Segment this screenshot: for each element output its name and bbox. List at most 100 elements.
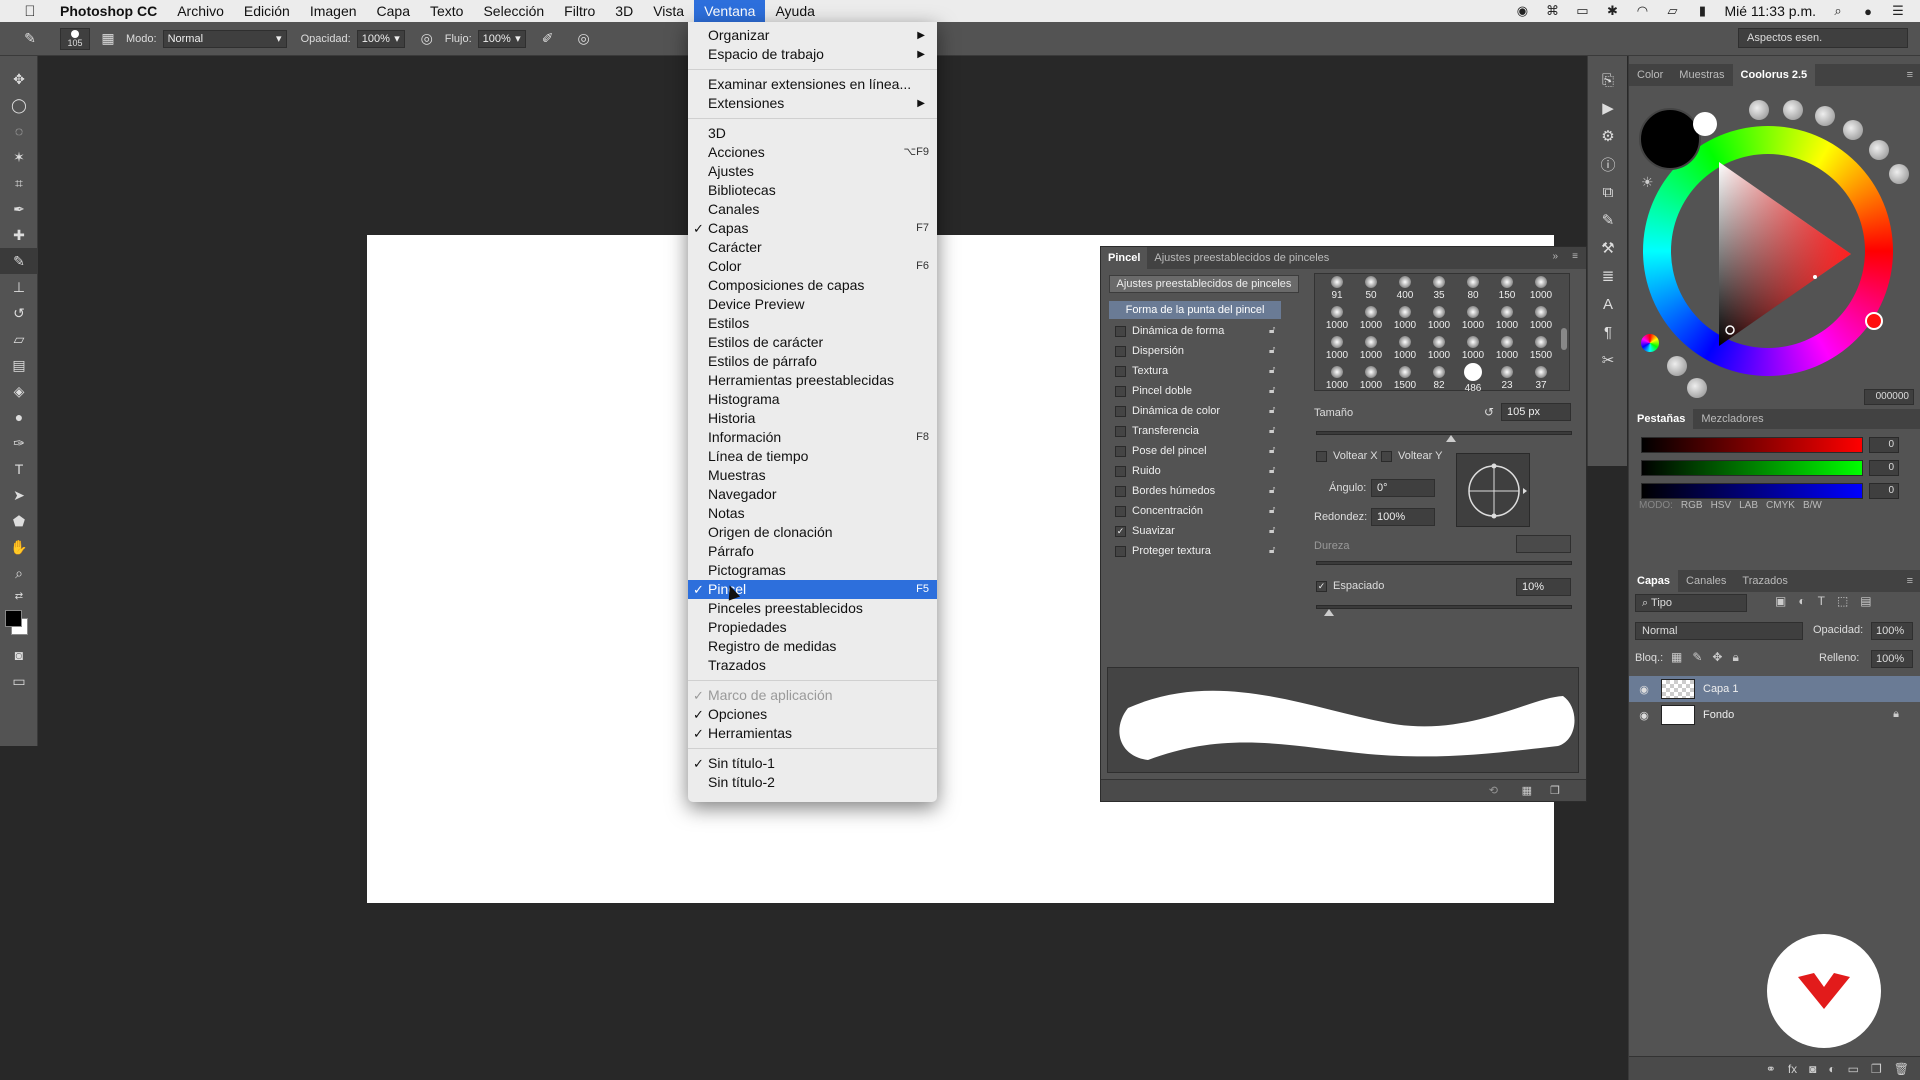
tab-capas[interactable]: Capas xyxy=(1629,570,1679,592)
menu-ayuda[interactable]: Ayuda xyxy=(765,0,824,22)
foreground-color-circle[interactable] xyxy=(1639,108,1701,170)
option-transfer[interactable]: Transferencia 🔓︎ xyxy=(1109,421,1281,441)
menu-item-historia[interactable]: Historia xyxy=(688,409,937,428)
temperature-knob-icon[interactable] xyxy=(1843,120,1863,140)
lock-icon[interactable]: 🔓︎ xyxy=(1269,545,1279,556)
panel-menu-icon[interactable]: ≡ xyxy=(1907,570,1913,592)
brush-tip-swatch[interactable]: 1000 xyxy=(1491,332,1523,364)
layer-row-fondo[interactable]: ◉ Fondo 🔒︎ xyxy=(1629,702,1920,728)
tab-coolorus[interactable]: Coolorus 2.5 xyxy=(1732,64,1816,86)
brush-tool-icon[interactable]: ✎ xyxy=(0,248,38,274)
option-shape-dynamics[interactable]: Dinámica de forma 🔓︎ xyxy=(1109,321,1281,341)
gradient-tool-icon[interactable]: ▤ xyxy=(0,352,38,378)
clock[interactable]: Mié 11:33 p.m. xyxy=(1724,3,1816,19)
menu-filtro[interactable]: Filtro xyxy=(554,0,605,22)
menu-item-carácter[interactable]: Carácter xyxy=(688,238,937,257)
mini-color-wheel-icon[interactable] xyxy=(1641,334,1659,352)
lock-icon[interactable]: 🔓︎ xyxy=(1269,485,1279,496)
menu-seleccion[interactable]: Selección xyxy=(473,0,554,22)
lock-icon[interactable]: 🔓︎ xyxy=(1269,325,1279,336)
checkbox[interactable] xyxy=(1115,385,1126,397)
option-wet-edges[interactable]: Bordes húmedos 🔓︎ xyxy=(1109,481,1281,501)
quick-mask-icon[interactable]: ◙ xyxy=(0,642,38,668)
add-mask-icon[interactable]: ◙ xyxy=(1809,1062,1816,1076)
red-channel-bar[interactable] xyxy=(1641,437,1863,453)
menu-archivo[interactable]: Archivo xyxy=(167,0,234,22)
grid-icon[interactable]: ▦ xyxy=(1522,784,1532,797)
swap-colors-icon[interactable]: ⇄ xyxy=(0,586,38,606)
actions-panel-icon[interactable]: ▶ xyxy=(1588,94,1628,122)
menu-item-trazados[interactable]: Trazados xyxy=(688,656,937,675)
menu-item-estilos[interactable]: Estilos xyxy=(688,314,937,333)
lock-icon[interactable]: 🔓︎ xyxy=(1269,525,1279,536)
siri-icon[interactable]: ● xyxy=(1860,4,1876,19)
clone-stamp-icon[interactable]: ⊥ xyxy=(0,274,38,300)
paragraph-panel-icon[interactable]: ¶ xyxy=(1588,318,1628,346)
mode-lab[interactable]: LAB xyxy=(1739,500,1758,511)
background-color-circle[interactable] xyxy=(1693,112,1717,136)
checkbox-checked[interactable]: ✓ xyxy=(1115,525,1126,537)
checkbox[interactable] xyxy=(1115,405,1126,417)
link-layers-icon[interactable]: ⚭ xyxy=(1766,1062,1776,1076)
checkbox[interactable] xyxy=(1115,445,1126,457)
tab-pincel[interactable]: Pincel xyxy=(1101,247,1148,269)
checkbox[interactable] xyxy=(1115,345,1126,357)
apple-icon[interactable]:  xyxy=(20,3,40,20)
menu-item-sin-título-2[interactable]: Sin título-2 xyxy=(688,773,937,792)
sun-icon[interactable]: ☀ xyxy=(1641,174,1654,191)
menu-item-composiciones-de-capas[interactable]: Composiciones de capas xyxy=(688,276,937,295)
tab-color[interactable]: Color xyxy=(1629,64,1671,86)
tool-presets-icon[interactable]: ⚒ xyxy=(1588,234,1628,262)
flow-field[interactable]: 100% ▾ xyxy=(477,29,526,48)
menu-item-canales[interactable]: Canales xyxy=(688,200,937,219)
new-group-icon[interactable]: ▭ xyxy=(1848,1062,1859,1076)
checkbox[interactable] xyxy=(1115,505,1126,517)
battery-icon[interactable]: ▮ xyxy=(1694,3,1710,18)
lock-icon[interactable]: 🔓︎ xyxy=(1269,465,1279,476)
delete-layer-icon[interactable]: 🗑︎ xyxy=(1894,1062,1909,1076)
display-icon[interactable]: ▭ xyxy=(1574,3,1590,18)
blue-channel-bar[interactable] xyxy=(1641,483,1863,499)
mode-hsv[interactable]: HSV xyxy=(1711,500,1732,511)
tab-trazados[interactable]: Trazados xyxy=(1734,570,1795,592)
menu-texto[interactable]: Texto xyxy=(420,0,473,22)
mode-cmyk[interactable]: CMYK xyxy=(1766,500,1795,511)
lasso-tool-icon[interactable]: ◌ xyxy=(0,118,38,144)
size-slider[interactable] xyxy=(1316,431,1572,435)
brush-tip-swatch[interactable]: 1000 xyxy=(1321,302,1353,334)
character-panel-icon[interactable]: A xyxy=(1588,290,1628,318)
brush-tip-swatch[interactable]: 486 xyxy=(1457,362,1489,394)
flip-x-checkbox[interactable] xyxy=(1316,451,1327,462)
brush-preset-picker[interactable]: 105 xyxy=(60,27,90,50)
spacing-slider[interactable] xyxy=(1316,605,1572,609)
spacing-slider-thumb[interactable] xyxy=(1324,609,1334,616)
new-layer-icon[interactable]: ❐ xyxy=(1871,1062,1882,1076)
menu-item-pinceles-preestablecidos[interactable]: Pinceles preestablecidos xyxy=(688,599,937,618)
checkbox[interactable] xyxy=(1115,365,1126,377)
option-texture[interactable]: Textura 🔓︎ xyxy=(1109,361,1281,381)
brush-panel-icon[interactable]: ✎ xyxy=(1588,206,1628,234)
option-brush-pose[interactable]: Pose del pincel 🔓︎ xyxy=(1109,441,1281,461)
lock-icon[interactable]: 🔓︎ xyxy=(1269,505,1279,516)
bluetooth-icon[interactable]: ✱ xyxy=(1604,3,1620,18)
menu-vista[interactable]: Vista xyxy=(643,0,694,22)
airplay-icon[interactable]: ▱ xyxy=(1664,3,1680,18)
menu-item-examinar-extensiones-en-línea[interactable]: Examinar extensiones en línea... xyxy=(688,75,937,94)
spotlight-search-icon[interactable]: ⌕ xyxy=(1830,3,1846,18)
menu-item-color[interactable]: Color F6 xyxy=(688,257,937,276)
reset-size-icon[interactable]: ↺ xyxy=(1484,405,1494,419)
tab-muestras[interactable]: Muestras xyxy=(1671,64,1732,86)
option-color-dynamics[interactable]: Dinámica de color 🔓︎ xyxy=(1109,401,1281,421)
menu-3d[interactable]: 3D xyxy=(605,0,643,22)
elliptical-marquee-icon[interactable]: ◯ xyxy=(0,92,38,118)
layer-name[interactable]: Fondo xyxy=(1703,709,1734,721)
lock-transparency-icon[interactable]: ▦ xyxy=(1671,650,1682,665)
notification-center-icon[interactable]: ☰ xyxy=(1890,3,1906,18)
collapse-icon[interactable]: » xyxy=(1552,251,1558,262)
play-icon[interactable] xyxy=(1687,378,1707,398)
brush-tip-shape-item[interactable]: Forma de la punta del pincel xyxy=(1109,301,1281,319)
blue-value-field[interactable]: 0 xyxy=(1869,483,1899,499)
layer-row-capa-1[interactable]: ◉ Capa 1 xyxy=(1629,676,1920,702)
mode-bw[interactable]: B/W xyxy=(1803,500,1822,511)
menu-item-herramientas-preestablecidas[interactable]: Herramientas preestablecidas xyxy=(688,371,937,390)
